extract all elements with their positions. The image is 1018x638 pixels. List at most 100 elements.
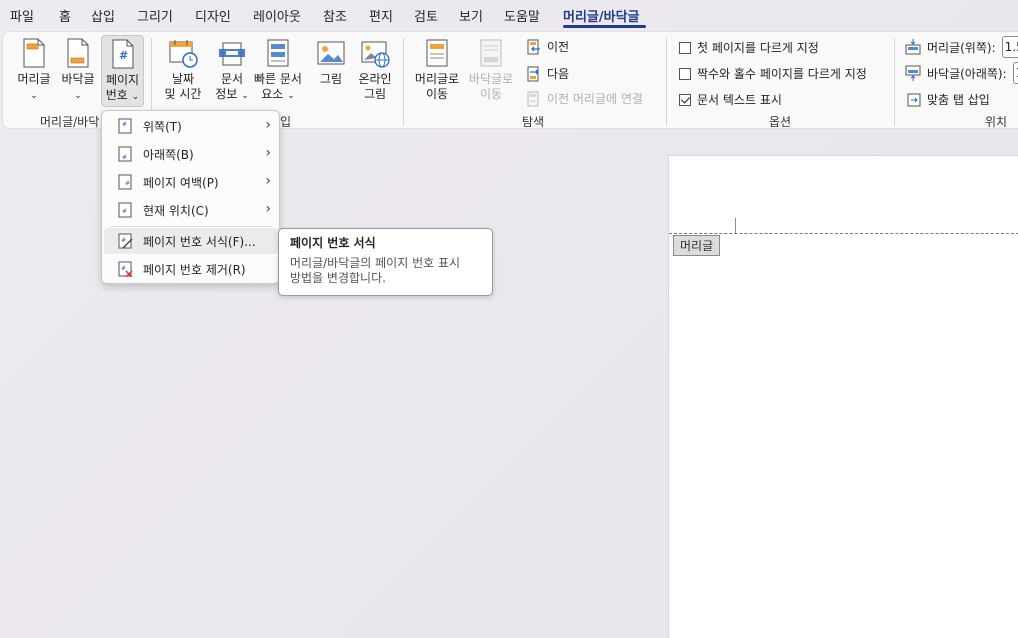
svg-text:#: # <box>122 154 127 161</box>
menu-tab-bar: 파일 홈 삽입 그리기 디자인 레이아웃 참조 편지 검토 보기 도움말 머리글… <box>0 0 1018 30</box>
chevron-right-icon: › <box>265 145 271 161</box>
header-tag: 머리글 <box>673 235 721 256</box>
chevron-right-icon: › <box>265 173 271 189</box>
header-button[interactable]: 머리글 ⌄ <box>13 38 55 104</box>
menu-item-bottom-of-page[interactable]: # 아래쪽(B) › <box>104 141 279 167</box>
tooltip-title: 페이지 번호 서식 <box>290 236 376 250</box>
menu-item-format-page-numbers[interactable]: # 페이지 번호 서식(F)... <box>104 228 279 254</box>
tab-references[interactable]: 참조 <box>323 6 347 25</box>
menu-item-label: 위쪽(T) <box>143 119 182 134</box>
footer-from-bottom-icon <box>905 65 921 81</box>
header-from-top-icon <box>905 39 921 55</box>
ribbon-separator <box>403 38 404 126</box>
header-label: 머리글 <box>17 72 51 86</box>
page-number-label-line1: 페이지 <box>105 73 140 87</box>
header-icon <box>23 38 45 68</box>
menu-item-label: 페이지 여백(P) <box>143 175 219 190</box>
previous-button[interactable]: 이전 <box>527 38 569 55</box>
footer-icon <box>67 38 89 68</box>
checkbox[interactable] <box>679 67 691 80</box>
date-time-label-line2: 및 시간 <box>164 87 202 101</box>
previous-label: 이전 <box>547 40 570 54</box>
chevron-down-icon: ⌄ <box>74 91 82 101</box>
tab-help[interactable]: 도움말 <box>504 6 540 25</box>
footer-from-bottom: 바닥글(아래쪽): 1 <box>905 62 1018 84</box>
insert-alignment-tab-button[interactable]: 맞춤 탭 삽입 <box>907 91 990 108</box>
menu-separator <box>110 226 273 227</box>
option-different-odd-even[interactable]: 짝수와 홀수 페이지를 다르게 지정 <box>679 65 867 82</box>
quick-parts-icon <box>267 39 289 67</box>
tab-review[interactable]: 검토 <box>414 6 438 25</box>
ribbon-separator <box>666 38 667 126</box>
next-label: 다음 <box>547 67 570 81</box>
date-time-button[interactable]: 날짜 및 시간 <box>159 38 207 102</box>
go-to-footer-label-line1: 바닥글로 <box>468 72 514 86</box>
tab-home[interactable]: 홈 <box>59 6 71 25</box>
page-top-icon: # <box>118 118 132 134</box>
go-to-header-icon <box>426 39 448 67</box>
menu-item-current-position[interactable]: # 현재 위치(C) › <box>104 197 279 223</box>
tab-draw[interactable]: 그리기 <box>137 6 173 25</box>
group-label-options: 옵션 <box>769 115 792 129</box>
current-position-icon: # <box>118 202 132 218</box>
page-margins-icon: # <box>118 174 132 190</box>
svg-text:#: # <box>122 121 127 128</box>
option-different-first-page[interactable]: 첫 페이지를 다르게 지정 <box>679 39 819 56</box>
tab-layout[interactable]: 레이아웃 <box>253 6 301 25</box>
go-to-header-label-line1: 머리글로 <box>414 72 460 86</box>
picture-button[interactable]: 그림 <box>313 38 349 87</box>
header-from-top-input[interactable]: 1.5 <box>1001 36 1018 58</box>
tab-design[interactable]: 디자인 <box>195 6 231 25</box>
tab-mailings[interactable]: 편지 <box>369 6 393 25</box>
footer-from-bottom-input[interactable]: 1 <box>1012 62 1018 84</box>
quick-parts-button[interactable]: 빠른 문서 요소 ⌄ <box>249 38 307 104</box>
link-to-previous-label: 이전 머리글에 연결 <box>547 92 643 106</box>
tooltip-body-line2: 방법을 변경합니다. <box>290 271 386 285</box>
remove-page-numbers-icon: # <box>118 261 133 277</box>
tab-header-footer[interactable]: 머리글/바닥글 <box>563 6 640 25</box>
active-tab-indicator <box>563 25 646 28</box>
footer-from-bottom-label: 바닥글(아래쪽): <box>927 66 1007 81</box>
document-info-icon <box>219 42 245 66</box>
online-picture-label-line1: 온라인 <box>358 72 392 86</box>
quick-parts-label-line1: 빠른 문서 <box>254 72 302 86</box>
menu-item-label: 페이지 번호 서식(F)... <box>143 234 256 249</box>
tab-file[interactable]: 파일 <box>10 6 34 25</box>
page-number-label-line2: 번호 <box>105 88 128 102</box>
svg-text:#: # <box>121 237 126 244</box>
group-label-insert: 입 <box>280 115 292 129</box>
option-show-document-text[interactable]: 문서 텍스트 표시 <box>679 91 782 108</box>
next-icon <box>527 66 539 81</box>
menu-item-top-of-page[interactable]: # 위쪽(T) › <box>104 113 279 139</box>
chevron-down-icon: ⌄ <box>30 91 38 101</box>
document-info-label-line2: 정보 <box>215 87 238 101</box>
footer-button[interactable]: 바닥글 ⌄ <box>57 38 99 104</box>
menu-item-remove-page-numbers[interactable]: # 페이지 번호 제거(R) <box>104 256 279 282</box>
menu-item-label: 페이지 번호 제거(R) <box>143 262 246 277</box>
calendar-clock-icon <box>169 40 198 68</box>
group-label-navigation: 탐색 <box>522 115 545 129</box>
page-number-button[interactable]: # 페이지 번호 ⌄ <box>101 35 144 107</box>
page-bottom-icon: # <box>118 146 132 162</box>
group-label-header-footer: 머리글/바닥 <box>40 115 100 129</box>
insert-alignment-tab-label: 맞춤 탭 삽입 <box>927 93 990 107</box>
go-to-header-button[interactable]: 머리글로 이동 <box>411 38 463 102</box>
checkbox-checked[interactable] <box>679 93 691 106</box>
online-picture-button[interactable]: 온라인 그림 <box>353 38 397 102</box>
tab-view[interactable]: 보기 <box>459 6 483 25</box>
go-to-footer-label-line2: 이동 <box>479 87 503 101</box>
header-from-top: 머리글(위쪽): 1.5 <box>905 36 1018 58</box>
tab-insert[interactable]: 삽입 <box>91 6 115 25</box>
document-page[interactable]: 머리글 <box>668 155 1018 638</box>
next-button[interactable]: 다음 <box>527 65 569 82</box>
chevron-down-icon: ⌄ <box>241 91 249 101</box>
menu-item-page-margins[interactable]: # 페이지 여백(P) › <box>104 169 279 195</box>
previous-icon <box>527 39 540 54</box>
link-to-previous-button[interactable]: 이전 머리글에 연결 <box>527 90 643 107</box>
online-picture-icon <box>361 41 390 68</box>
go-to-footer-button[interactable]: 바닥글로 이동 <box>465 38 517 102</box>
svg-text:#: # <box>121 265 126 272</box>
checkbox[interactable] <box>679 41 691 54</box>
svg-text:#: # <box>125 180 130 187</box>
option-show-document-text-label: 문서 텍스트 표시 <box>697 93 782 107</box>
